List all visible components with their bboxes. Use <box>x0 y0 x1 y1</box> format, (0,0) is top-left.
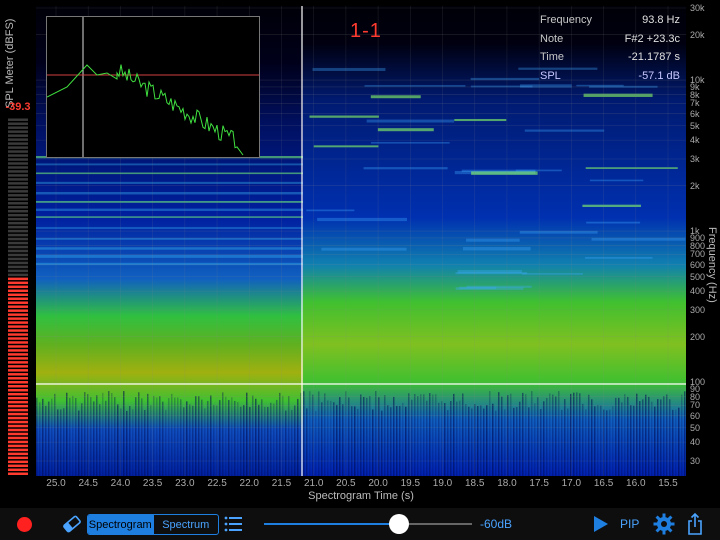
frequency-tick-label: 70 <box>690 400 701 411</box>
time-tick-label: 22.0 <box>239 478 259 489</box>
frequency-tick-label: 30k <box>690 3 705 13</box>
readout-spl: SPL -57.1 dB <box>540 69 680 82</box>
readout-time: Time -21.1787 s <box>540 51 680 63</box>
spl-meter-value: -39.3 <box>5 101 31 113</box>
gain-value-label: -60dB <box>480 517 513 531</box>
time-tick-label: 19.5 <box>400 478 421 489</box>
frequency-tick-label: 6k <box>690 108 700 119</box>
time-tick-label: 23.0 <box>175 478 195 489</box>
frequency-tick-label: 700 <box>690 249 706 260</box>
frequency-tick-label: 30 <box>690 456 701 466</box>
readout-frequency: Frequency 93.8 Hz <box>540 14 680 26</box>
time-tick-label: 24.0 <box>110 478 131 489</box>
time-tick-label: 16.5 <box>593 478 614 489</box>
view-mode-segmented-control: Spectrogram Spectrum <box>87 514 219 535</box>
frequency-tick-label: 20k <box>690 29 705 40</box>
frequency-tick-label: 300 <box>690 305 706 315</box>
cursor-readout: Frequency 93.8 Hz Note F#2 +23.3c Time -21.… <box>540 14 680 88</box>
time-tick-label: 22.5 <box>207 478 227 489</box>
frequency-tick-label: 4k <box>690 135 700 146</box>
spectrum-inset-graph <box>46 17 259 157</box>
time-tick-label: 25.0 <box>46 478 66 489</box>
list-icon[interactable] <box>224 515 242 533</box>
time-tick-label: 20.0 <box>368 478 388 489</box>
readout-note: Note F#2 +23.3c <box>540 32 680 45</box>
frequency-tick-label: 200 <box>690 331 706 342</box>
time-tick-label: 18.5 <box>465 478 485 489</box>
time-tick-label: 21.0 <box>303 478 324 489</box>
frequency-tick-label: 7k <box>690 98 700 109</box>
time-tick-label: 23.5 <box>142 478 163 489</box>
spl-meter-title: SPL Meter (dBFS) <box>4 18 16 108</box>
time-tick-label: 16.0 <box>626 478 646 489</box>
tab-spectrogram[interactable]: Spectrogram <box>88 515 153 534</box>
eraser-icon[interactable] <box>62 514 82 534</box>
time-tick-label: 17.0 <box>561 478 582 489</box>
gear-icon[interactable] <box>653 513 675 535</box>
time-tick-label: 20.5 <box>336 478 356 489</box>
time-tick-label: 24.5 <box>78 478 98 489</box>
frequency-tick-label: 5k <box>690 120 700 131</box>
frequency-tick-label: 50 <box>690 422 701 433</box>
frequency-tick-label: 500 <box>690 271 706 282</box>
time-tick-label: 18.0 <box>497 478 517 489</box>
time-tick-label: 17.5 <box>529 478 549 489</box>
share-icon[interactable] <box>686 512 704 536</box>
frequency-tick-label: 600 <box>690 259 706 270</box>
spl-meter-bar <box>8 118 28 475</box>
frequency-tick-label: 3k <box>690 154 700 164</box>
tab-spectrum[interactable]: Spectrum <box>152 515 219 534</box>
frequency-tick-label: 40 <box>690 437 701 448</box>
spectrum-inset[interactable] <box>46 16 260 158</box>
frequency-axis-label: Frequency (Hz) <box>706 227 718 303</box>
frequency-tick-label: 60 <box>690 410 701 421</box>
time-axis-label: Spectrogram Time (s) <box>308 490 414 502</box>
play-icon[interactable] <box>593 515 609 533</box>
gain-slider-track[interactable] <box>399 523 472 525</box>
marker-label: 1-1 <box>350 20 382 42</box>
record-icon[interactable] <box>17 517 32 532</box>
time-tick-label: 21.5 <box>271 478 292 489</box>
time-tick-label: 19.0 <box>432 478 453 489</box>
time-tick-label: 15.5 <box>658 478 678 489</box>
frequency-tick-label: 400 <box>690 286 706 297</box>
gain-slider-track-filled[interactable] <box>264 523 400 525</box>
frequency-tick-label: 2k <box>690 180 700 191</box>
pip-button[interactable]: PIP <box>620 517 639 531</box>
